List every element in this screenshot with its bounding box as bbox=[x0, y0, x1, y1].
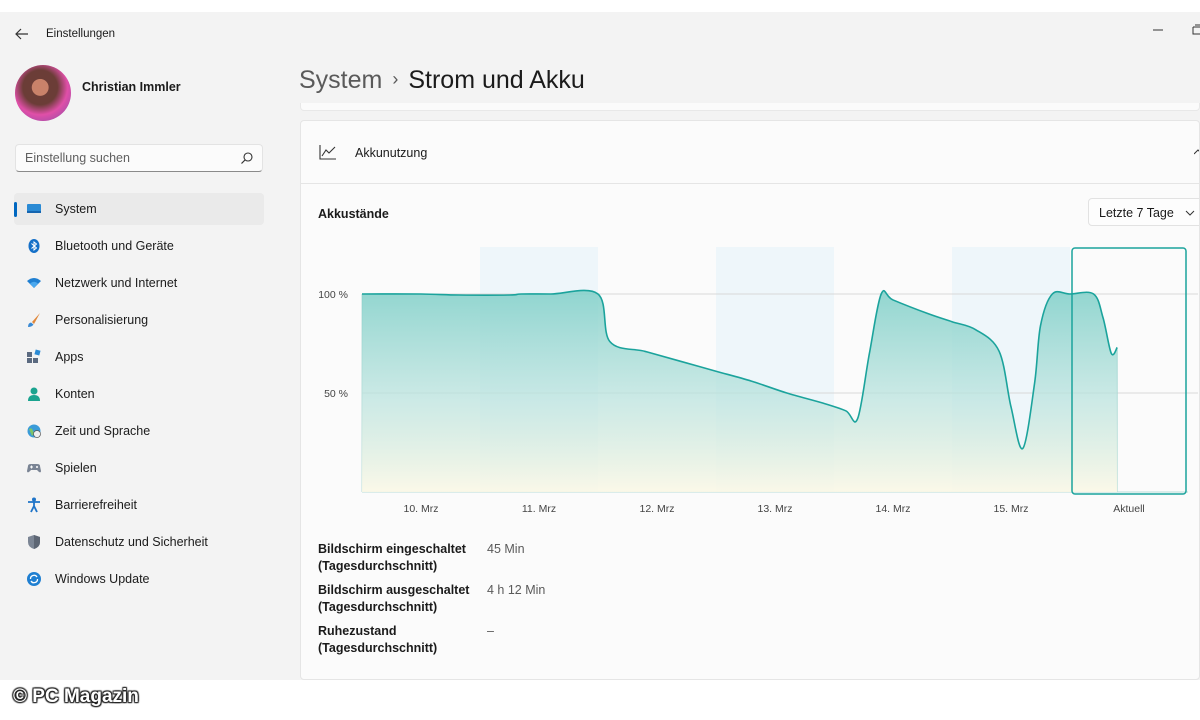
time-range-value: Letzte 7 Tage bbox=[1099, 206, 1174, 220]
sidebar-item-system[interactable]: System bbox=[14, 193, 264, 225]
search-input[interactable] bbox=[25, 150, 225, 166]
battery-level-chart: 50 % 100 % 10. Mrz 11. Mrz 12. Mrz 13. Mrz 14… bbox=[318, 247, 1198, 515]
page-title: Strom und Akku bbox=[408, 66, 585, 94]
x-tick-label: 15. Mrz bbox=[993, 503, 1028, 515]
x-tick-label: 14. Mrz bbox=[875, 503, 910, 515]
stat-value: 45 Min bbox=[487, 542, 525, 556]
sidebar-item-label: Netzwerk und Internet bbox=[55, 276, 178, 290]
time-range-dropdown[interactable]: Letzte 7 Tage bbox=[1088, 198, 1199, 226]
previous-card-edge bbox=[300, 103, 1200, 111]
stat-row: Bildschirm eingeschaltet (Tagesdurchschn… bbox=[318, 541, 718, 582]
sidebar-item-label: Windows Update bbox=[55, 572, 150, 586]
accessibility-icon bbox=[28, 497, 40, 513]
chevron-down-icon bbox=[1185, 210, 1195, 216]
card-header[interactable]: Akkunutzung bbox=[301, 121, 1200, 184]
wifi-icon bbox=[27, 278, 41, 288]
sidebar-item-bluetooth[interactable]: Bluetooth und Geräte bbox=[14, 230, 264, 262]
stat-label: Bildschirm eingeschaltet (Tagesdurchschn… bbox=[318, 542, 466, 573]
sidebar-item-label: System bbox=[55, 202, 97, 216]
search-icon[interactable] bbox=[240, 151, 254, 165]
top-strip bbox=[0, 0, 1200, 12]
bluetooth-icon bbox=[28, 239, 40, 253]
monitor-icon bbox=[27, 204, 41, 213]
sidebar-item-label: Zeit und Sprache bbox=[55, 424, 151, 438]
sidebar-item-time-language[interactable]: Zeit und Sprache bbox=[14, 415, 264, 447]
sidebar-item-label: Konten bbox=[55, 387, 95, 401]
sidebar-item-privacy[interactable]: Datenschutz und Sicherheit bbox=[14, 526, 264, 558]
bottom-strip bbox=[0, 680, 1200, 720]
stat-label: Bildschirm ausgeschaltet (Tagesdurchschn… bbox=[318, 583, 470, 614]
stat-label: Ruhezustand (Tagesdurchschnitt) bbox=[318, 624, 438, 655]
apps-icon bbox=[27, 349, 41, 363]
sidebar-item-accessibility[interactable]: Barrierefreiheit bbox=[14, 489, 264, 521]
stat-value: 4 h 12 Min bbox=[487, 583, 546, 597]
search-box[interactable] bbox=[15, 144, 263, 172]
globe-clock-icon bbox=[27, 424, 41, 438]
x-tick-label: Aktuell bbox=[1113, 503, 1145, 515]
restore-icon[interactable] bbox=[1190, 22, 1200, 38]
sidebar-item-apps[interactable]: Apps bbox=[14, 341, 264, 373]
avatar[interactable] bbox=[15, 65, 71, 121]
battery-usage-card: Akkunutzung Akkustände Letzte 7 Tage 50 … bbox=[300, 120, 1200, 680]
sidebar-item-gaming[interactable]: Spielen bbox=[14, 452, 264, 484]
title-bar: Einstellungen bbox=[0, 12, 1200, 56]
breadcrumb: System › Strom und Akku bbox=[299, 66, 585, 100]
x-tick-label: 12. Mrz bbox=[639, 503, 674, 515]
sidebar-item-windows-update[interactable]: Windows Update bbox=[14, 563, 264, 595]
y-tick-label: 100 % bbox=[318, 289, 348, 301]
brush-icon bbox=[28, 313, 40, 327]
active-indicator bbox=[14, 202, 17, 217]
breadcrumb-parent[interactable]: System bbox=[299, 66, 382, 94]
sidebar-item-label: Spielen bbox=[55, 461, 97, 475]
x-tick-label: 13. Mrz bbox=[757, 503, 792, 515]
stat-value: – bbox=[487, 624, 494, 638]
update-icon bbox=[27, 572, 41, 586]
sidebar-item-label: Datenschutz und Sicherheit bbox=[55, 535, 208, 549]
chart-title: Akkustände bbox=[318, 207, 389, 221]
shield-icon bbox=[28, 535, 40, 549]
sidebar-item-network[interactable]: Netzwerk und Internet bbox=[14, 267, 264, 299]
chevron-up-icon[interactable] bbox=[1194, 146, 1200, 158]
app-title: Einstellungen bbox=[46, 28, 116, 40]
user-name: Christian Immler bbox=[82, 80, 181, 94]
breadcrumb-separator: › bbox=[392, 69, 399, 89]
usage-stats: Bildschirm eingeschaltet (Tagesdurchschn… bbox=[318, 541, 718, 664]
x-tick-label: 11. Mrz bbox=[522, 503, 556, 515]
watermark: © PC Magazin bbox=[13, 686, 139, 707]
minimize-icon[interactable] bbox=[1150, 22, 1166, 38]
person-icon bbox=[28, 387, 40, 401]
y-tick-label: 50 % bbox=[324, 388, 348, 400]
back-arrow-icon[interactable] bbox=[13, 25, 31, 43]
sidebar-item-label: Personalisierung bbox=[55, 313, 149, 327]
gamepad-icon bbox=[27, 464, 41, 473]
sidebar-item-label: Bluetooth und Geräte bbox=[55, 239, 174, 253]
sidebar-item-accounts[interactable]: Konten bbox=[14, 378, 264, 410]
card-title: Akkunutzung bbox=[355, 146, 428, 160]
sidebar-item-personalization[interactable]: Personalisierung bbox=[14, 304, 264, 336]
sidebar-nav: System Bluetooth und Geräte Netzwerk und… bbox=[14, 193, 264, 600]
line-chart-icon bbox=[319, 145, 336, 160]
stat-row: Bildschirm ausgeschaltet (Tagesdurchschn… bbox=[318, 582, 718, 623]
sidebar-item-label: Barrierefreiheit bbox=[55, 498, 137, 512]
stat-row: Ruhezustand (Tagesdurchschnitt) – bbox=[318, 623, 718, 664]
x-tick-label: 10. Mrz bbox=[403, 503, 438, 515]
sidebar-item-label: Apps bbox=[55, 350, 84, 364]
